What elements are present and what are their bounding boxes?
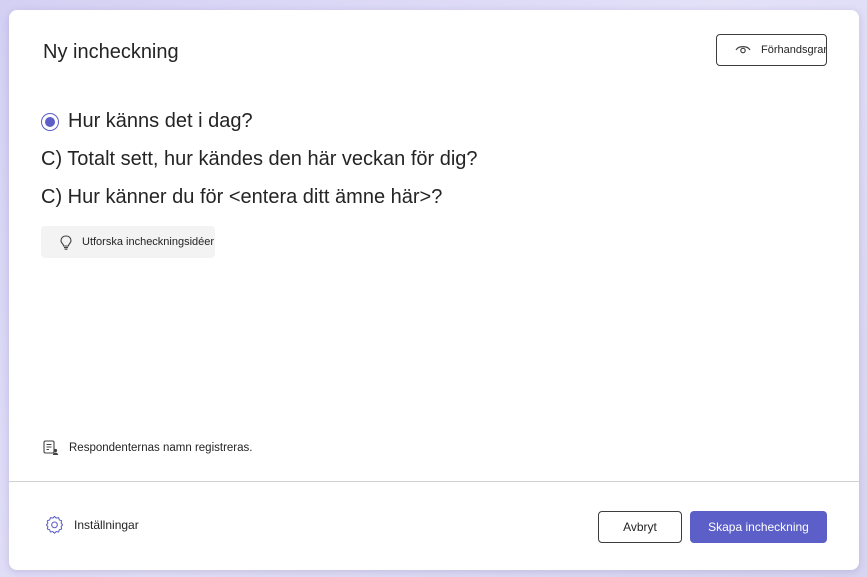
settings-label: Inställningar [74,517,139,532]
explore-button-label: Utforska incheckningsidéer [82,236,215,248]
dialog-title: Ny incheckning [43,41,179,63]
settings-link[interactable]: Inställningar [45,515,139,534]
question-option-3[interactable]: C) Hur känner du för <entera ditt ämne h… [41,186,442,209]
preview-button[interactable]: Förhandsgranskning [716,34,827,66]
cancel-button[interactable]: Avbryt [598,511,682,543]
new-checkin-dialog: Ny incheckning Förhandsgranskning Hur kä… [9,10,859,570]
eye-icon [735,46,751,54]
question-text: C) Totalt sett, hur kändes den här vecka… [41,148,478,170]
question-option-1[interactable]: Hur känns det i dag? [41,110,253,133]
gear-icon [45,515,64,534]
preview-button-label: Förhandsgranskning [761,44,826,56]
footer-divider [9,481,859,482]
create-checkin-button[interactable]: Skapa incheckning [690,511,827,543]
question-text: C) Hur känner du för <entera ditt ämne h… [41,186,443,208]
question-text: Hur känns det i dag? [68,110,253,132]
notice-text: Respondenternas namn registreras. [69,442,253,454]
question-option-2[interactable]: C) Totalt sett, hur kändes den här vecka… [41,148,478,171]
form-person-icon [43,440,59,455]
lightbulb-icon [60,234,72,250]
respondent-notice: Respondenternas namn registreras. [43,440,252,456]
radio-selected-icon[interactable] [41,112,59,131]
explore-checkin-ideas-button[interactable]: Utforska incheckningsidéer [41,226,215,258]
